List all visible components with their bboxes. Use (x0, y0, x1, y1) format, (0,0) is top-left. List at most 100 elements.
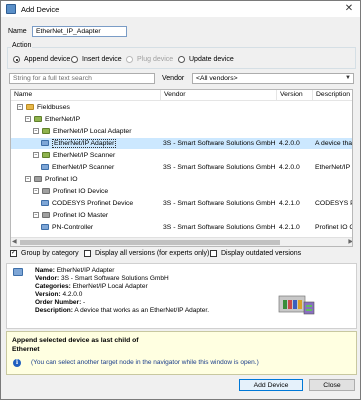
bus-icon (34, 116, 42, 123)
close-button[interactable]: Close (309, 379, 355, 391)
row-name-cell: − Fieldbuses (17, 102, 163, 113)
row-vendor-cell: 3S - Smart Software Solutions GmbH (163, 224, 276, 231)
table-row[interactable]: − Profinet IO (11, 174, 352, 185)
update-device-radio[interactable] (178, 56, 185, 63)
table-row[interactable]: − Profinet IO Master (11, 210, 352, 221)
display-outdated-label: Display outdated versions (221, 250, 302, 257)
table-row[interactable]: EtherNet/IP Scanner 3S - Smart Software S… (11, 162, 353, 173)
row-name: EtherNet/IP Scanner (52, 164, 115, 171)
scroll-right-icon[interactable]: ▶ (348, 238, 352, 245)
column-header-description[interactable]: Description (313, 90, 352, 101)
row-version-cell: 4.2.1.0 (279, 224, 300, 231)
row-description-cell: Profinet IO C (315, 224, 353, 231)
row-name-cell: PN-Controller (41, 222, 163, 233)
row-name: PN-Controller (52, 224, 94, 231)
column-header-vendor[interactable]: Vendor (161, 90, 277, 101)
table-row[interactable]: − Profinet IO Device (11, 186, 352, 197)
row-name: EtherNet/IP Local Adapter (53, 128, 132, 135)
device-info-panel: Name: EtherNet/IP Adapter Vendor: 3S - S… (6, 263, 357, 329)
name-input[interactable]: EtherNet_IP_Adapter (32, 26, 127, 37)
info-categories: Categories: EtherNet/IP Local Adapter (35, 283, 148, 290)
vendor-select[interactable]: <All vendors> ▼ (192, 73, 354, 84)
group-by-category-label: Group by category (21, 250, 79, 257)
insert-device-radio[interactable] (71, 56, 78, 63)
row-name-cell: − EtherNet/IP (25, 114, 163, 125)
table-row[interactable]: − EtherNet/IP (11, 114, 352, 125)
row-name-cell: EtherNet/IP Adapter (41, 138, 163, 149)
group-by-category-checkbox[interactable]: ✓ (10, 250, 17, 257)
insert-device-label: Insert device (82, 56, 122, 63)
row-name: Profinet IO (45, 176, 78, 183)
collapse-toggle-icon[interactable]: − (33, 152, 39, 159)
row-vendor-cell: 3S - Smart Software Solutions GmbH (163, 140, 276, 147)
dev-icon (41, 224, 49, 231)
row-name-cell: − Profinet IO Device (33, 186, 163, 197)
full-text-search-input[interactable]: String for a full text search (9, 73, 155, 84)
vendor-select-value: <All vendors> (196, 75, 238, 82)
table-row[interactable]: PN-Controller 3S - Smart Software Solutio… (11, 222, 353, 233)
info-description: Description: A device that works as an E… (35, 307, 210, 314)
row-version-cell: 4.2.0.0 (279, 140, 300, 147)
table-row[interactable]: − EtherNet/IP Scanner (11, 150, 352, 161)
row-name-cell: − Profinet IO (25, 174, 163, 185)
row-version-cell: 4.2.0.0 (279, 164, 300, 171)
horizontal-scrollbar[interactable]: ◀ ▶ (11, 237, 352, 246)
bus-icon (42, 128, 50, 135)
plug-device-radio[interactable] (126, 56, 133, 63)
row-name-cell: EtherNet/IP Scanner (41, 162, 163, 173)
net-icon (42, 212, 50, 219)
app-icon (6, 4, 16, 14)
collapse-toggle-icon[interactable]: − (25, 116, 31, 123)
device-image (278, 295, 315, 315)
update-device-label: Update device (189, 56, 234, 63)
append-device-label: Append device (24, 56, 71, 63)
add-device-dialog: Add Device ✕ Name EtherNet_IP_Adapter Ac… (0, 0, 361, 400)
row-description-cell: CODESYS PLC (315, 200, 352, 207)
net-icon (34, 176, 42, 183)
table-row[interactable]: CODESYS Profinet Device 3S - Smart Softwa… (11, 198, 352, 209)
row-description-cell: EtherNet/IP S (315, 164, 353, 171)
table-row[interactable]: EtherNet/IP Adapter 3S - Smart Software S… (11, 138, 353, 149)
info-icon: i (13, 359, 21, 367)
chevron-down-icon: ▼ (345, 75, 351, 81)
collapse-toggle-icon[interactable]: − (17, 104, 23, 111)
vendor-label: Vendor (162, 75, 185, 82)
display-all-versions-label: Display all versions (for experts only) (95, 250, 210, 257)
collapse-toggle-icon[interactable]: − (33, 188, 39, 195)
display-all-versions-checkbox[interactable] (84, 250, 91, 257)
title-bar: Add Device ✕ (1, 1, 360, 17)
row-description-cell: A device that (315, 140, 353, 147)
collapse-toggle-icon[interactable]: − (33, 212, 39, 219)
row-name: CODESYS Profinet Device (52, 200, 134, 207)
info-version: Version: 4.2.0.0 (35, 291, 83, 298)
name-label: Name (8, 28, 27, 35)
column-header-version[interactable]: Version (277, 90, 313, 101)
window-title: Add Device (21, 4, 60, 14)
close-window-icon[interactable]: ✕ (342, 2, 356, 15)
collapse-toggle-icon[interactable]: − (33, 128, 39, 135)
add-device-button[interactable]: Add Device (239, 379, 303, 391)
collapse-toggle-icon[interactable]: − (25, 176, 31, 183)
row-name-cell: CODESYS Profinet Device (41, 198, 163, 209)
bus-icon (42, 152, 50, 159)
row-version-cell: 4.2.1.0 (279, 200, 300, 207)
table-row[interactable]: − EtherNet/IP Local Adapter (11, 126, 352, 137)
info-vendor: Vendor: 3S - Smart Software Solutions Gm… (35, 275, 169, 282)
action-group-label: Action (11, 42, 33, 49)
row-name: EtherNet/IP Adapter (52, 139, 117, 148)
scrollbar-thumb[interactable] (20, 240, 280, 245)
display-outdated-checkbox[interactable] (210, 250, 217, 257)
row-name-cell: − EtherNet/IP Scanner (33, 150, 163, 161)
scroll-left-icon[interactable]: ◀ (12, 238, 17, 245)
row-name: Fieldbuses (37, 104, 70, 111)
table-header: Name Vendor Version Description (11, 90, 352, 101)
net-icon (42, 188, 50, 195)
append-device-radio[interactable] (13, 56, 20, 63)
row-vendor-cell: 3S - Smart Software Solutions GmbH (163, 200, 276, 207)
column-header-name[interactable]: Name (11, 90, 161, 101)
folder-icon (26, 104, 34, 111)
device-table: Name Vendor Version Description − Fieldbu… (10, 89, 353, 247)
row-name: Profinet IO Device (53, 188, 109, 195)
table-row[interactable]: − Fieldbuses (11, 102, 352, 113)
dev-icon (41, 164, 49, 171)
